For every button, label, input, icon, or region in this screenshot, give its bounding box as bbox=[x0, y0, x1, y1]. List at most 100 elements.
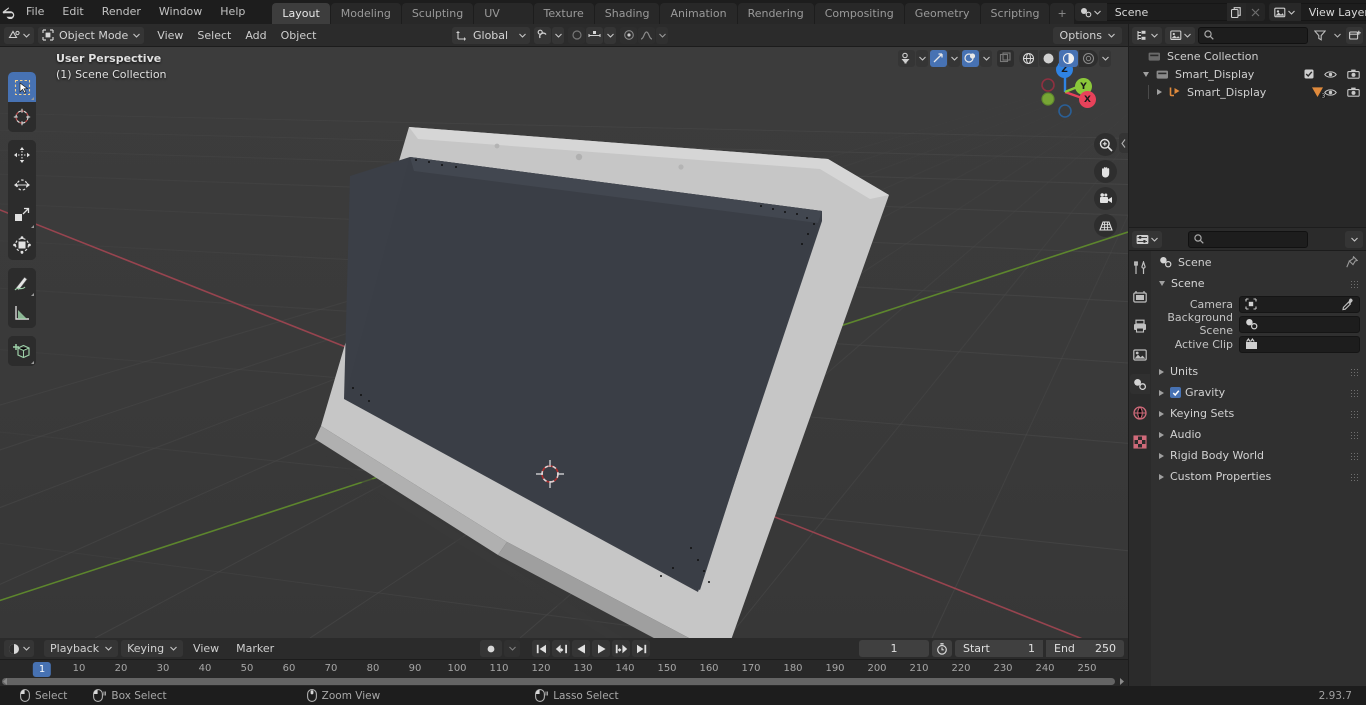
tool-annotate[interactable] bbox=[8, 268, 36, 298]
eye-icon[interactable] bbox=[1324, 70, 1337, 79]
tab-texture-paint[interactable]: Texture Paint bbox=[533, 3, 594, 41]
camera-icon[interactable] bbox=[1094, 187, 1117, 210]
tab-sculpting[interactable]: Sculpting bbox=[401, 3, 474, 24]
tool-scale[interactable] bbox=[8, 200, 36, 230]
tool-move[interactable] bbox=[8, 140, 36, 170]
panel-expander-down-icon[interactable] bbox=[1159, 281, 1165, 286]
menu-window[interactable]: Window bbox=[150, 3, 211, 21]
tab-geometry-nodes[interactable]: Geometry Nodes bbox=[904, 3, 980, 41]
gizmo-chevron-down-icon[interactable] bbox=[948, 49, 960, 67]
snap-increment-icon[interactable] bbox=[586, 26, 603, 44]
expander-right-icon[interactable] bbox=[1159, 410, 1164, 417]
outliner-display-mode-selector[interactable] bbox=[1165, 26, 1195, 44]
tab-animation[interactable]: Animation bbox=[660, 3, 737, 24]
timeline-view-menu[interactable]: View bbox=[186, 640, 226, 657]
tab-rendering[interactable]: Rendering bbox=[737, 3, 814, 24]
properties-options-chevron-down-icon[interactable] bbox=[1345, 230, 1363, 248]
timeline-keying-menu[interactable]: Keying bbox=[121, 640, 184, 657]
expander-right-icon[interactable] bbox=[1159, 473, 1164, 480]
eye-icon[interactable] bbox=[1324, 88, 1337, 97]
view-layer-selector[interactable]: View Layer bbox=[1268, 3, 1366, 21]
tab-compositing[interactable]: Compositing bbox=[814, 3, 904, 24]
properties-search-input[interactable] bbox=[1188, 230, 1308, 248]
falloff-curve-icon[interactable] bbox=[638, 26, 655, 44]
play-button[interactable] bbox=[592, 640, 610, 657]
end-frame-field[interactable]: End 250 bbox=[1046, 640, 1124, 657]
interaction-mode-selector[interactable]: Object Mode bbox=[38, 26, 145, 44]
timeline-editor-type-selector[interactable] bbox=[4, 640, 34, 657]
snap-increment-chevron-down-icon[interactable] bbox=[604, 26, 616, 44]
editor-type-selector[interactable] bbox=[4, 26, 34, 44]
scene-panel-header[interactable]: Scene bbox=[1151, 273, 1366, 294]
unlink-scene-button[interactable] bbox=[1245, 3, 1265, 21]
auto-keying-chevron-down-icon[interactable] bbox=[504, 640, 520, 657]
shading-rendered-icon[interactable] bbox=[1079, 49, 1098, 67]
expander-right-icon[interactable] bbox=[1157, 89, 1162, 95]
properties-tab-world[interactable] bbox=[1130, 403, 1150, 423]
tab-scripting[interactable]: Scripting bbox=[980, 3, 1050, 24]
timeline-scrubber[interactable]: 10 20 30 40 50 60 70 80 90 100 110 120 1… bbox=[0, 660, 1128, 686]
scrollbar-left-handle-icon[interactable] bbox=[2, 677, 14, 686]
subpanel-keying-sets[interactable]: Keying Sets bbox=[1151, 403, 1366, 424]
tab-shading[interactable]: Shading bbox=[594, 3, 660, 24]
expander-right-icon[interactable] bbox=[1159, 452, 1164, 459]
properties-tab-texture[interactable] bbox=[1130, 432, 1150, 452]
camera-field[interactable] bbox=[1239, 295, 1360, 313]
visibility-filter-icon[interactable] bbox=[898, 49, 915, 67]
snap-options-chevron-down-icon[interactable] bbox=[552, 26, 564, 44]
shading-material-preview-icon[interactable] bbox=[1059, 49, 1078, 67]
shading-chevron-down-icon[interactable] bbox=[1099, 49, 1111, 67]
timeline-playhead[interactable]: 1 bbox=[32, 662, 52, 677]
tool-cursor[interactable] bbox=[8, 102, 36, 132]
expander-right-icon[interactable] bbox=[1159, 389, 1164, 396]
camera-render-icon[interactable] bbox=[1347, 87, 1360, 97]
show-gizmo-icon[interactable] bbox=[930, 49, 947, 67]
scene-name-field[interactable]: Scene bbox=[1106, 3, 1227, 21]
outliner-new-collection-icon[interactable] bbox=[1346, 26, 1363, 44]
shading-solid-icon[interactable] bbox=[1039, 49, 1058, 67]
viewport-menu-select[interactable]: Select bbox=[190, 27, 238, 44]
jump-to-start-button[interactable] bbox=[532, 640, 550, 657]
current-frame-field[interactable]: 1 bbox=[859, 640, 929, 657]
menu-help[interactable]: Help bbox=[211, 3, 254, 21]
xray-toggle-icon[interactable] bbox=[997, 49, 1014, 67]
outliner-row-collection-smart-display[interactable]: Smart_Display bbox=[1129, 65, 1366, 83]
tool-transform[interactable] bbox=[8, 230, 36, 260]
overlays-chevron-down-icon[interactable] bbox=[980, 49, 992, 67]
navigation-gizmo[interactable]: Z Y X bbox=[1034, 61, 1096, 123]
transform-orientation-selector[interactable]: Global bbox=[452, 26, 530, 44]
properties-tab-scene[interactable] bbox=[1130, 374, 1150, 394]
outliner-filter-icon[interactable] bbox=[1311, 27, 1328, 44]
sidebar-toggle-arrow-icon[interactable] bbox=[1119, 133, 1128, 153]
scene-selector[interactable]: Scene bbox=[1074, 3, 1265, 21]
show-overlays-icon[interactable] bbox=[962, 49, 979, 67]
view-layer-icon[interactable] bbox=[1268, 3, 1301, 21]
viewport-menu-view[interactable]: View bbox=[150, 27, 190, 44]
camera-render-icon[interactable] bbox=[1347, 69, 1360, 79]
properties-tab-output[interactable] bbox=[1130, 316, 1150, 336]
start-frame-field[interactable]: Start 1 bbox=[955, 640, 1043, 657]
menu-file[interactable]: File bbox=[17, 3, 53, 21]
tool-add-cube[interactable] bbox=[8, 336, 36, 366]
falloff-chevron-down-icon[interactable] bbox=[656, 26, 668, 44]
properties-tab-render[interactable] bbox=[1130, 287, 1150, 307]
viewport-options-button[interactable]: Options bbox=[1052, 26, 1122, 44]
use-preview-range-icon[interactable] bbox=[932, 640, 952, 657]
proportional-falloff-toggle[interactable] bbox=[620, 26, 637, 44]
gravity-checkbox[interactable] bbox=[1170, 387, 1181, 398]
outliner-row-scene-collection[interactable]: Scene Collection bbox=[1129, 47, 1366, 65]
subpanel-units[interactable]: Units bbox=[1151, 361, 1366, 382]
zoom-icon[interactable] bbox=[1094, 133, 1117, 156]
tool-rotate[interactable] bbox=[8, 170, 36, 200]
expander-right-icon[interactable] bbox=[1159, 368, 1164, 375]
proportional-editing-icon[interactable] bbox=[568, 26, 585, 44]
eyedropper-icon[interactable] bbox=[1341, 298, 1354, 311]
auto-keying-toggle[interactable] bbox=[480, 640, 502, 657]
tab-layout[interactable]: Layout bbox=[272, 3, 330, 24]
timeline-marker-menu[interactable]: Marker bbox=[229, 640, 281, 657]
grid-icon[interactable] bbox=[1094, 214, 1117, 237]
tab-uv-editing[interactable]: UV Editing bbox=[474, 3, 533, 41]
snap-magnet-icon[interactable] bbox=[534, 26, 551, 44]
next-keyframe-button[interactable] bbox=[612, 640, 630, 657]
timeline-playback-menu[interactable]: Playback bbox=[44, 640, 119, 657]
